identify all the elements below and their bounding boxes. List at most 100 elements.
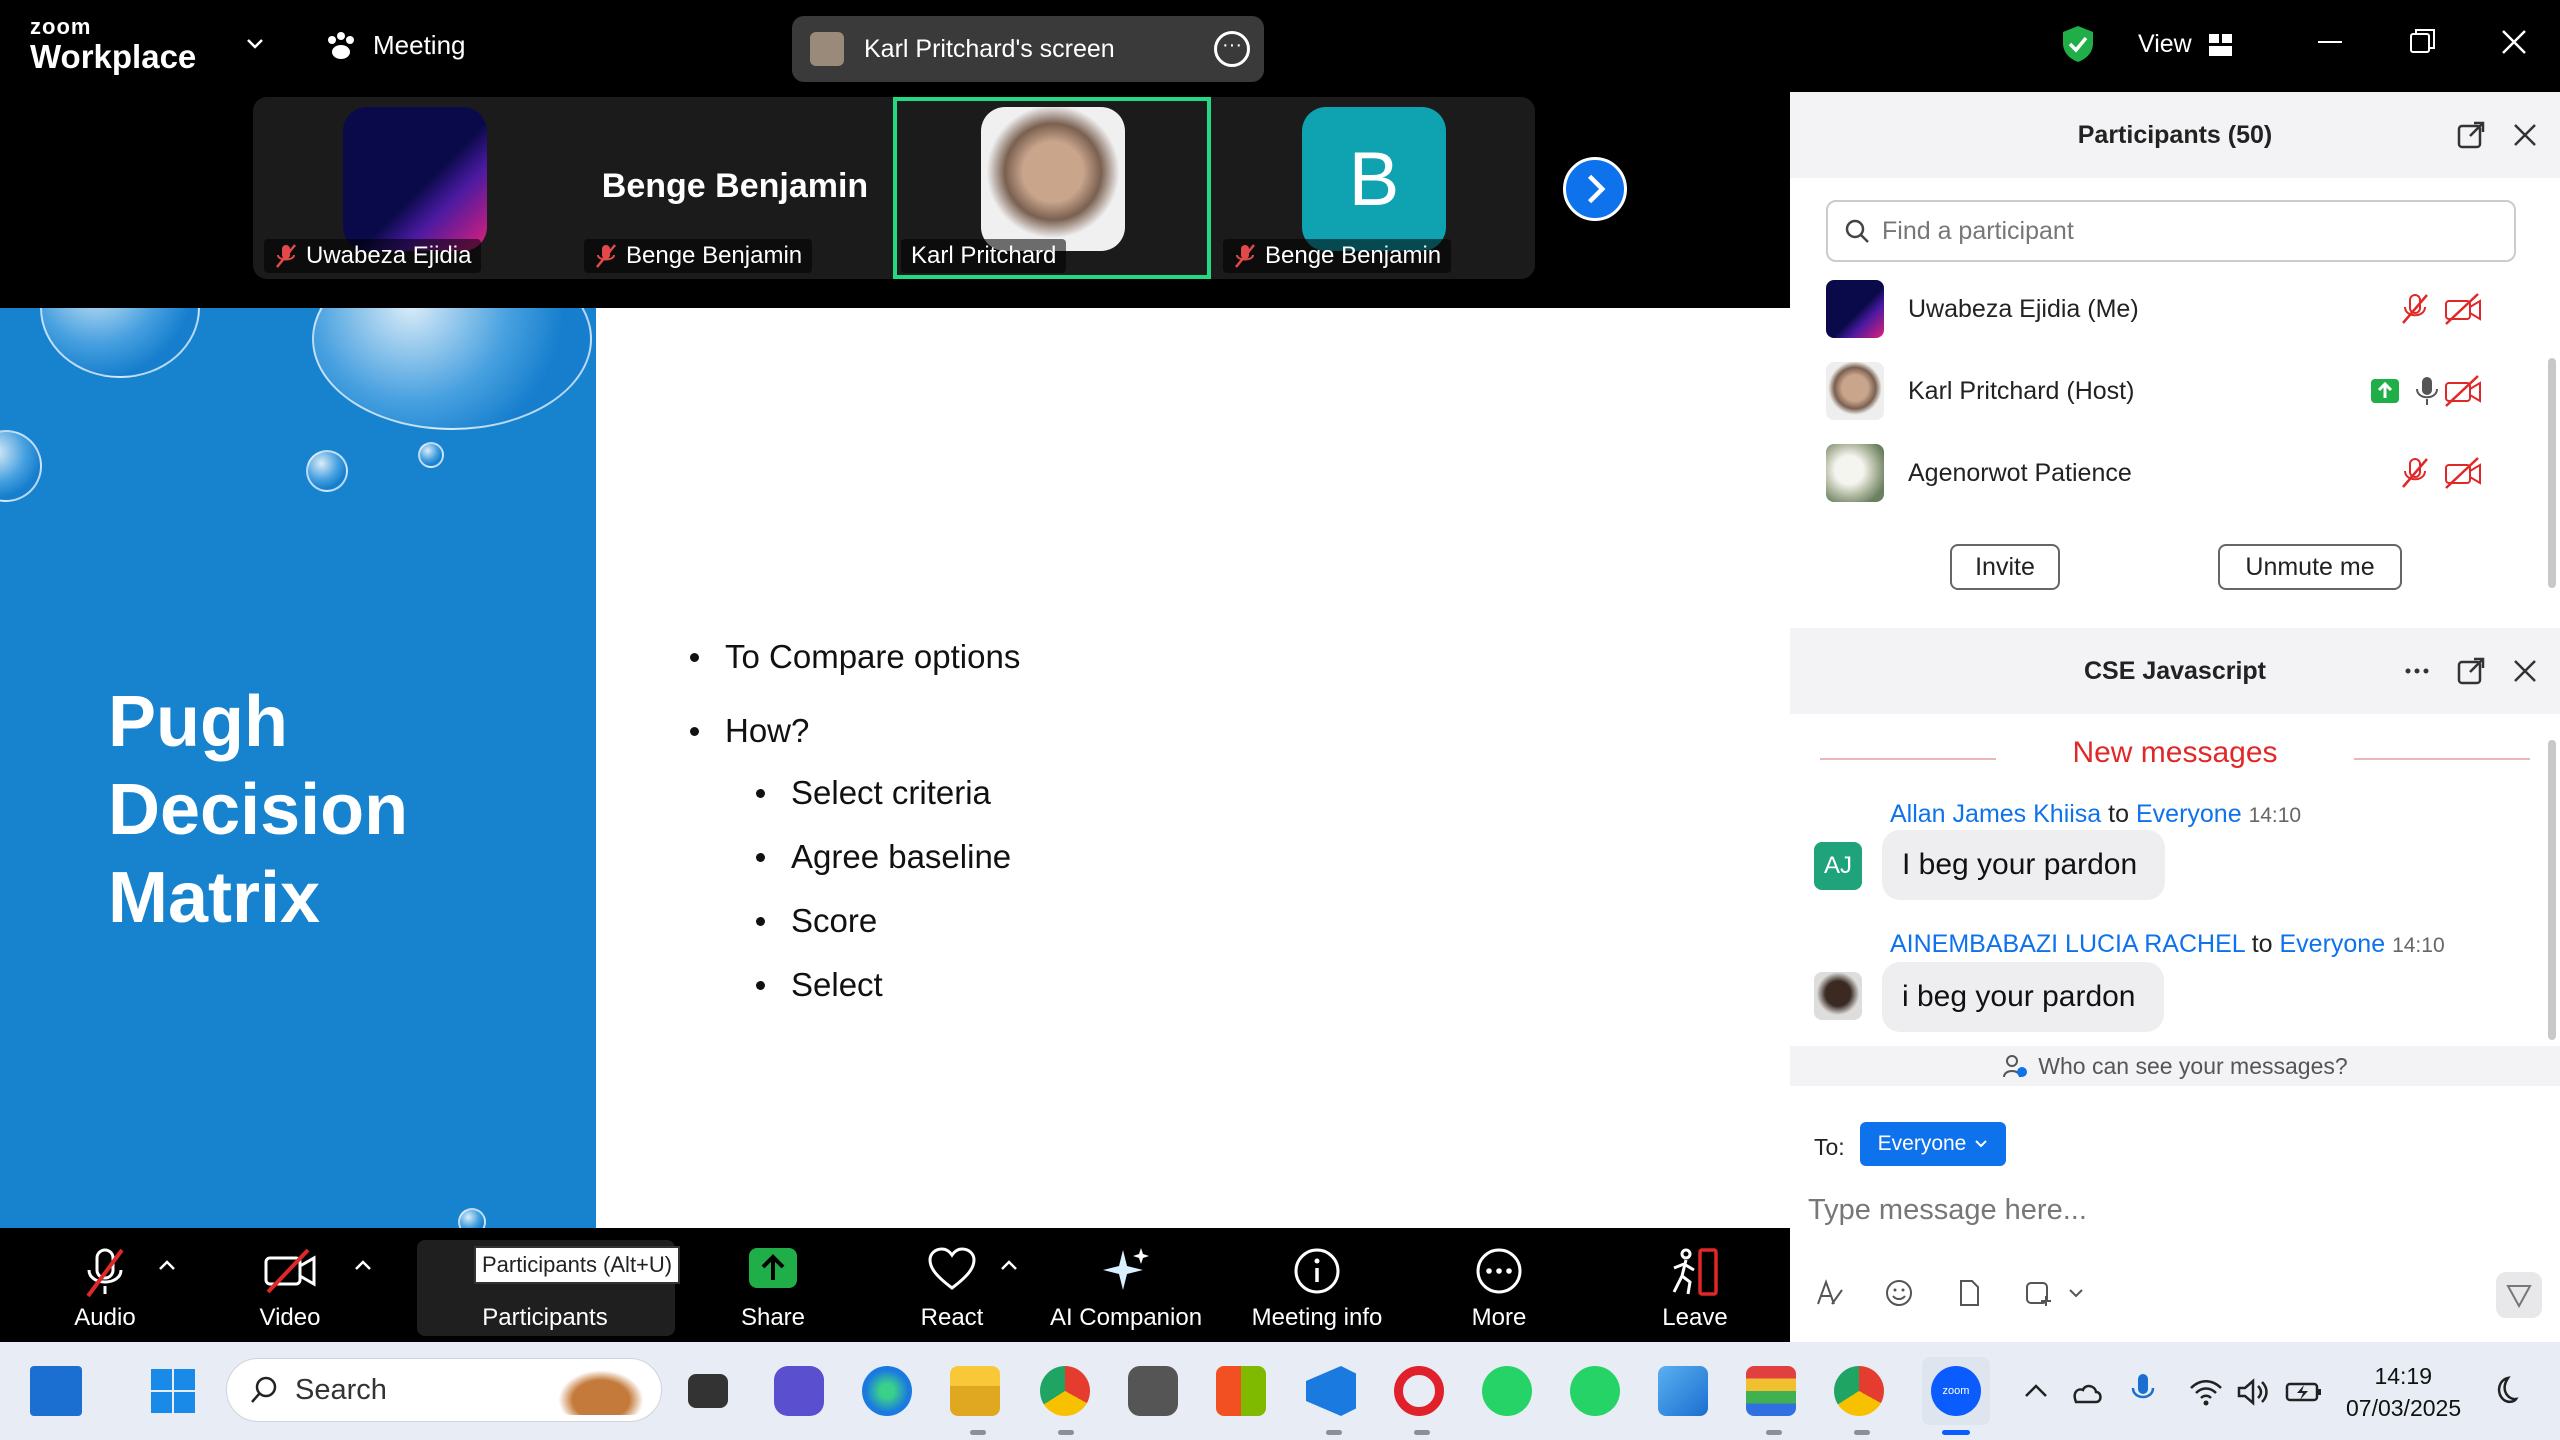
more-button[interactable]: More — [1464, 1228, 1534, 1342]
who-can-see-link[interactable]: Who can see your messages? — [1790, 1046, 2560, 1086]
participant-initial-avatar: B — [1302, 107, 1446, 251]
opera-icon[interactable] — [1394, 1366, 1444, 1416]
message-sender[interactable]: Allan James Khiisa — [1890, 800, 2101, 828]
audio-button[interactable]: Audio — [60, 1228, 150, 1342]
screen-share-indicator[interactable]: Karl Pritchard's screen ··· — [792, 16, 1264, 82]
message-input[interactable]: Type message here... — [1808, 1194, 2087, 1227]
shield-check-icon[interactable] — [2060, 24, 2096, 64]
video-off-icon[interactable] — [2444, 292, 2482, 326]
whatsapp-icon[interactable] — [1570, 1366, 1620, 1416]
invite-button[interactable]: Invite — [1950, 544, 2060, 590]
share-label: Share — [740, 1304, 806, 1331]
more-options-icon[interactable]: ··· — [1214, 31, 1250, 67]
video-tile[interactable]: Benge Benjamin Benge Benjamin — [576, 97, 894, 279]
teams-chat-icon[interactable] — [774, 1366, 824, 1416]
info-icon — [1294, 1248, 1340, 1294]
cloud-icon[interactable] — [2068, 1376, 2104, 1408]
video-off-icon[interactable] — [2444, 374, 2482, 408]
more-options-icon[interactable] — [2402, 656, 2432, 686]
chrome-profile-icon[interactable] — [1834, 1366, 1884, 1416]
chevron-down-icon[interactable] — [2068, 1287, 2084, 1299]
clock-date: 07/03/2025 — [2346, 1395, 2462, 1421]
participant-row[interactable]: Uwabeza Ejidia (Me) — [1826, 278, 2526, 340]
participant-avatar — [1826, 280, 1884, 338]
volume-icon[interactable] — [2236, 1376, 2270, 1408]
participant-search-input[interactable]: Find a participant — [1826, 200, 2516, 262]
sub-bullet-item: Score — [756, 902, 1020, 940]
react-button[interactable]: React — [906, 1228, 998, 1342]
screenshot-icon[interactable] — [2024, 1278, 2054, 1308]
ai-companion-button[interactable]: AI Companion — [1042, 1228, 1210, 1342]
send-icon[interactable] — [2496, 1272, 2542, 1318]
video-off-icon[interactable] — [2444, 456, 2482, 490]
next-page-arrow-icon[interactable] — [1563, 157, 1627, 221]
message-bubble[interactable]: I beg your pardon — [1882, 830, 2166, 900]
file-explorer-icon[interactable] — [950, 1366, 1000, 1416]
participant-avatar — [981, 107, 1125, 251]
popout-icon[interactable] — [2456, 120, 2486, 150]
close-icon[interactable] — [2510, 656, 2540, 686]
meeting-info-label: Meeting info — [1251, 1304, 1383, 1331]
popout-icon[interactable] — [2456, 656, 2486, 686]
start-windows-icon[interactable] — [148, 1366, 198, 1416]
wifi-icon[interactable] — [2188, 1376, 2224, 1408]
video-tile[interactable]: B Benge Benjamin — [1215, 97, 1533, 279]
video-button[interactable]: Video — [248, 1228, 332, 1342]
video-tile-active-speaker[interactable]: Karl Pritchard — [893, 97, 1211, 279]
vscode-icon[interactable] — [1306, 1366, 1356, 1416]
tile-name-tag: Benge Benjamin — [1223, 239, 1452, 273]
participant-row[interactable]: Karl Pritchard (Host) — [1826, 360, 2526, 422]
task-view-icon[interactable] — [688, 1374, 728, 1408]
meeting-tab[interactable]: Meeting — [325, 30, 466, 61]
close-icon[interactable] — [2510, 120, 2540, 150]
zoom-workplace-logo[interactable]: zoom Workplace — [30, 16, 197, 75]
widgets-icon[interactable] — [30, 1366, 82, 1416]
whatsapp-icon[interactable] — [1482, 1366, 1532, 1416]
chevron-up-icon[interactable] — [156, 1258, 178, 1272]
chevron-up-icon[interactable] — [2020, 1376, 2052, 1408]
notification-moon-icon[interactable] — [2486, 1374, 2520, 1408]
photos-icon[interactable] — [1658, 1366, 1708, 1416]
format-text-icon[interactable] — [1814, 1278, 1844, 1308]
video-tile[interactable]: Uwabeza Ejidia — [256, 97, 574, 279]
search-icon — [251, 1376, 277, 1403]
sub-bullet-text: Agree baseline — [791, 838, 1012, 875]
meeting-info-button[interactable]: Meeting info — [1242, 1228, 1392, 1342]
chevron-up-icon[interactable] — [998, 1258, 1020, 1272]
mic-muted-icon[interactable] — [2398, 456, 2432, 490]
layered-app-icon[interactable] — [1746, 1366, 1796, 1416]
battery-charging-icon[interactable] — [2284, 1376, 2324, 1408]
taskbar-search-input[interactable]: Search — [226, 1358, 662, 1422]
mic-icon[interactable] — [2410, 374, 2444, 408]
logo-bottom-text: Workplace — [30, 38, 197, 75]
chevron-up-icon[interactable] — [352, 1258, 374, 1272]
chrome-icon[interactable] — [1040, 1366, 1090, 1416]
bullet-text: To Compare options — [725, 638, 1021, 675]
leave-icon — [1672, 1248, 1718, 1296]
participants-scrollbar[interactable] — [2548, 358, 2556, 588]
unmute-me-button[interactable]: Unmute me — [2218, 544, 2402, 590]
view-button[interactable]: View — [2138, 30, 2234, 59]
close-window-icon[interactable] — [2494, 22, 2534, 62]
message-sender[interactable]: AINEMBABAZI LUCIA RACHEL — [1890, 930, 2245, 958]
leave-button[interactable]: Leave — [1660, 1228, 1730, 1342]
emoji-icon[interactable] — [1884, 1278, 1914, 1308]
microsoft-store-icon[interactable] — [1216, 1366, 1266, 1416]
camera-icon[interactable] — [1128, 1366, 1178, 1416]
participant-row[interactable]: Agenorwot Patience — [1826, 442, 2526, 504]
microphone-icon[interactable] — [2128, 1372, 2158, 1408]
share-button[interactable]: Share — [730, 1228, 816, 1342]
unmute-label: Unmute me — [2245, 552, 2375, 581]
taskbar-clock[interactable]: 14:19 07/03/2025 — [2346, 1360, 2462, 1424]
restore-icon[interactable] — [2402, 22, 2442, 62]
edge-browser-icon[interactable] — [862, 1366, 912, 1416]
minimize-icon[interactable] — [2310, 22, 2350, 62]
chat-scrollbar[interactable] — [2548, 740, 2556, 1040]
file-icon[interactable] — [1954, 1278, 1984, 1308]
message-bubble[interactable]: i beg your pardon — [1882, 962, 2164, 1032]
recipient-dropdown[interactable]: Everyone — [1860, 1122, 2006, 1166]
zoom-app-icon[interactable]: zoom — [1931, 1366, 1981, 1416]
mic-muted-icon[interactable] — [2398, 292, 2432, 326]
chevron-down-icon[interactable] — [244, 32, 266, 54]
participant-avatar — [1826, 444, 1884, 502]
